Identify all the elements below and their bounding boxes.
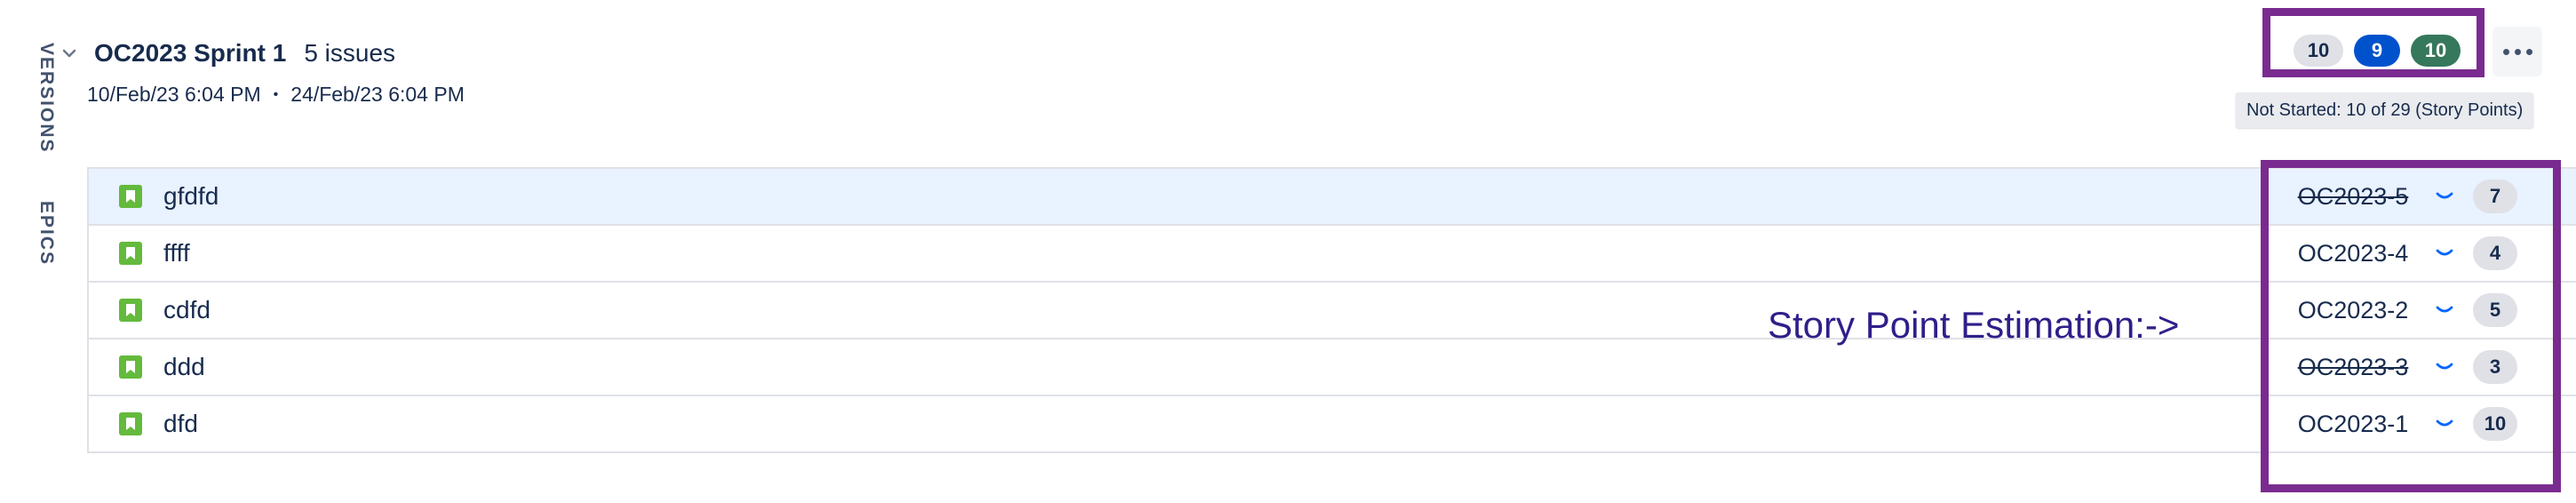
sprint-dates: 10/Feb/23 6:04 PM • 24/Feb/23 6:04 PM	[87, 83, 465, 107]
issue-row[interactable]: cdfd OC2023-2 5	[87, 283, 2576, 339]
bookmark-icon	[119, 299, 142, 322]
backlog-view: VERSIONS EPICS OC2023 Sprint 1 5 issues …	[0, 0, 2576, 503]
issue-summary: gfdfd	[163, 182, 219, 210]
more-actions-button[interactable]	[2493, 27, 2542, 76]
more-icon	[2502, 48, 2509, 55]
date-separator: •	[273, 86, 279, 102]
sprint-start-date: 10/Feb/23 6:04 PM	[87, 83, 261, 106]
issue-row[interactable]: gfdfd OC2023-5 7	[87, 169, 2576, 226]
bookmark-icon	[119, 242, 142, 265]
issue-summary: cdfd	[163, 296, 211, 323]
issue-row[interactable]: ffff OC2023-4 4	[87, 226, 2576, 283]
estimation-annotation: Story Point Estimation:->	[1768, 304, 2180, 346]
issue-row[interactable]: ddd OC2023-3 3	[87, 339, 2576, 396]
side-tabs: VERSIONS EPICS	[14, 36, 57, 302]
issue-list: gfdfd OC2023-5 7 ffff OC2023-4 4 cdfd OC…	[87, 167, 2576, 453]
bookmark-icon	[119, 355, 142, 379]
chevron-down-icon[interactable]	[59, 43, 80, 64]
sprint-name[interactable]: OC2023 Sprint 1	[94, 39, 286, 68]
sprint-header: OC2023 Sprint 1 5 issues	[59, 36, 395, 71]
issue-summary: ffff	[163, 239, 190, 267]
status-highlight-frame	[2262, 8, 2485, 77]
issue-count: 5 issues	[304, 39, 396, 67]
tab-epics[interactable]: EPICS	[36, 201, 57, 266]
issue-summary: ddd	[163, 353, 205, 380]
issue-row[interactable]: dfd OC2023-1 10	[87, 396, 2576, 453]
status-tooltip: Not Started: 10 of 29 (Story Points)	[2236, 92, 2534, 128]
points-highlight-frame	[2261, 160, 2561, 492]
sprint-end-date: 24/Feb/23 6:04 PM	[290, 83, 465, 106]
bookmark-icon	[119, 412, 142, 435]
bookmark-icon	[119, 185, 142, 208]
tab-versions[interactable]: VERSIONS	[36, 43, 57, 154]
issue-summary: dfd	[163, 410, 198, 437]
